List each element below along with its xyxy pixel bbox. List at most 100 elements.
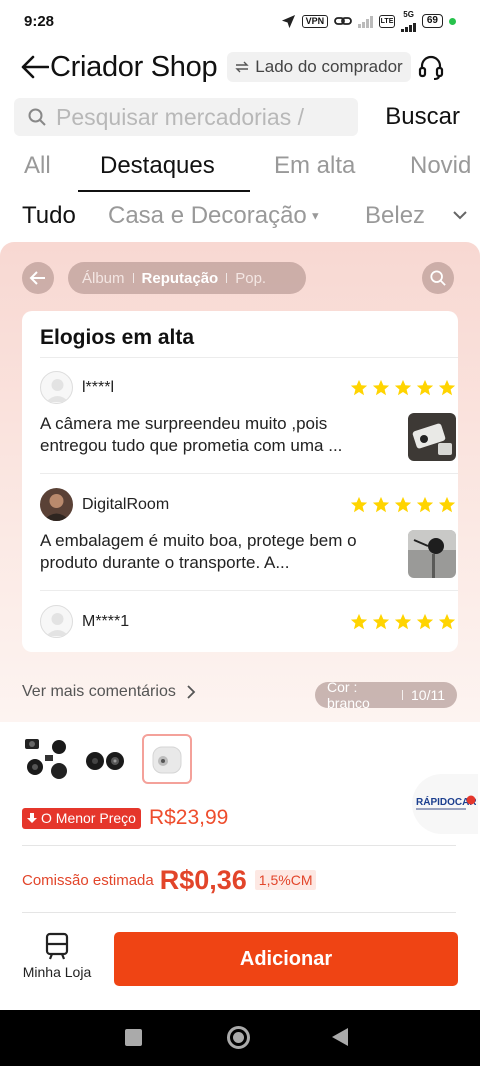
network-label: 5G bbox=[403, 10, 414, 19]
recent-apps-button[interactable] bbox=[125, 1029, 142, 1046]
subcategory-beleza[interactable]: Belez bbox=[365, 202, 425, 230]
star-icon bbox=[416, 496, 434, 513]
commission-row: Comissão estimada R$0,36 1,5%CM bbox=[22, 862, 317, 898]
star-icon bbox=[372, 379, 390, 396]
review-item[interactable]: DigitalRoom A embalagem é muito boa, pro… bbox=[40, 488, 456, 598]
chevron-down-icon[interactable] bbox=[452, 208, 468, 222]
category-tabs: All Destaques Em alta Novid bbox=[0, 146, 480, 192]
lte-badge: LTE bbox=[378, 14, 396, 28]
bottom-action-bar: Minha Loja Adicionar bbox=[0, 920, 480, 1010]
white-camera-thumbnail bbox=[145, 737, 189, 781]
back-button[interactable] bbox=[20, 52, 50, 82]
variant-thumbnail[interactable] bbox=[80, 734, 130, 784]
review-back-button[interactable] bbox=[22, 262, 54, 294]
star-icon bbox=[438, 379, 456, 396]
image-position: 10/11 bbox=[411, 687, 445, 703]
more-comments-label: Ver mais comentários bbox=[22, 683, 176, 700]
system-navigation-bar bbox=[0, 1010, 480, 1066]
segment-divider bbox=[226, 273, 228, 283]
review-photo[interactable] bbox=[408, 413, 456, 461]
divider bbox=[22, 912, 456, 913]
star-rating bbox=[350, 496, 456, 514]
back-arrow-icon bbox=[29, 271, 45, 285]
camera-photo-thumbnail bbox=[408, 413, 456, 461]
down-arrow-icon bbox=[27, 813, 37, 823]
active-tab-indicator bbox=[78, 190, 250, 192]
star-rating bbox=[350, 613, 456, 631]
subcategory-casa-label: Casa e Decoração bbox=[108, 202, 307, 229]
card-divider bbox=[40, 473, 458, 474]
star-icon bbox=[394, 613, 412, 630]
variant-thumbnail[interactable] bbox=[22, 734, 72, 784]
color-label: Cor : branco bbox=[327, 679, 370, 711]
pill-divider bbox=[402, 690, 403, 700]
star-rating bbox=[350, 379, 456, 397]
subcategory-casa[interactable]: Casa e Decoração ▼ bbox=[108, 202, 321, 230]
rapidocar-logo: RÁPIDOCAR bbox=[416, 795, 476, 810]
user-placeholder-icon bbox=[46, 379, 69, 402]
vpn-badge: VPN bbox=[301, 14, 329, 28]
search-row: Pesquisar mercadorias / Buscar bbox=[14, 98, 466, 136]
buyer-side-button[interactable]: Lado do comprador bbox=[227, 52, 411, 82]
more-comments-link[interactable]: Ver mais comentários bbox=[22, 683, 196, 701]
star-icon bbox=[416, 379, 434, 396]
review-photo[interactable] bbox=[408, 530, 456, 578]
review-search-button[interactable] bbox=[422, 262, 454, 294]
divider bbox=[22, 845, 456, 846]
avatar bbox=[40, 371, 73, 404]
store-icon bbox=[45, 932, 69, 960]
black-camera-thumbnail bbox=[81, 735, 129, 783]
commission-label: Comissão estimada bbox=[22, 871, 154, 889]
tab-em-alta[interactable]: Em alta bbox=[274, 152, 355, 180]
star-icon bbox=[350, 496, 368, 513]
segment-reputacao[interactable]: Reputação bbox=[142, 270, 219, 287]
review-segment-control: Álbum Reputação Pop. bbox=[68, 262, 306, 294]
user-placeholder-icon bbox=[46, 613, 69, 636]
subcategory-tudo[interactable]: Tudo bbox=[22, 202, 76, 230]
subcategory-fade bbox=[420, 196, 480, 240]
search-icon bbox=[28, 108, 46, 126]
avatar bbox=[40, 488, 73, 521]
star-icon bbox=[438, 613, 456, 630]
star-icon bbox=[438, 496, 456, 513]
status-bar: 9:28 VPN LTE 5G 69 bbox=[0, 0, 480, 42]
camera-kit-thumbnail bbox=[23, 735, 71, 783]
signal-2-icon bbox=[401, 19, 416, 32]
color-variant-pill[interactable]: Cor : branco 10/11 bbox=[315, 679, 457, 711]
user-avatar-photo bbox=[40, 488, 73, 521]
header: Criador Shop Lado do comprador bbox=[0, 42, 480, 92]
review-text: A embalagem é muito boa, protege bem o p… bbox=[40, 531, 357, 572]
review-item[interactable]: l****l A câmera me surpreendeu muito ,po… bbox=[40, 371, 456, 481]
segment-album[interactable]: Álbum bbox=[82, 270, 125, 287]
search-input[interactable]: Pesquisar mercadorias / bbox=[14, 98, 358, 136]
signal-1-icon bbox=[358, 15, 373, 28]
reviews-card: Elogios em alta l****l A câmera me surpr… bbox=[22, 311, 458, 652]
add-button[interactable]: Adicionar bbox=[114, 932, 458, 986]
back-arrow-icon bbox=[21, 55, 49, 79]
avatar bbox=[40, 605, 73, 638]
segment-divider bbox=[132, 273, 134, 283]
my-store-button[interactable]: Minha Loja bbox=[20, 932, 94, 992]
search-button[interactable]: Buscar bbox=[385, 103, 466, 131]
status-icons: VPN LTE 5G 69 bbox=[281, 10, 456, 32]
camera-photo-thumbnail bbox=[408, 530, 456, 578]
my-store-label: Minha Loja bbox=[22, 964, 92, 980]
variant-thumbnail-selected[interactable] bbox=[142, 734, 192, 784]
commission-value: R$0,36 bbox=[159, 864, 247, 895]
brand-logo[interactable]: RÁPIDOCAR bbox=[412, 774, 478, 834]
tab-all[interactable]: All bbox=[24, 152, 51, 180]
reviewer-name: l****l bbox=[82, 379, 115, 396]
star-icon bbox=[372, 613, 390, 630]
headset-icon bbox=[418, 55, 443, 80]
review-item[interactable]: M****1 bbox=[40, 605, 456, 652]
home-button[interactable] bbox=[227, 1026, 250, 1049]
network-indicator: 5G bbox=[401, 10, 416, 32]
customer-service-button[interactable] bbox=[417, 53, 445, 81]
system-back-button[interactable] bbox=[332, 1028, 348, 1046]
dropdown-caret-icon: ▼ bbox=[306, 210, 321, 223]
star-icon bbox=[416, 613, 434, 630]
shop-title: Criador Shop bbox=[50, 50, 218, 83]
tab-destaques[interactable]: Destaques bbox=[100, 152, 215, 180]
tab-novidades[interactable]: Novid bbox=[410, 152, 471, 180]
segment-pop[interactable]: Pop. bbox=[235, 270, 266, 287]
